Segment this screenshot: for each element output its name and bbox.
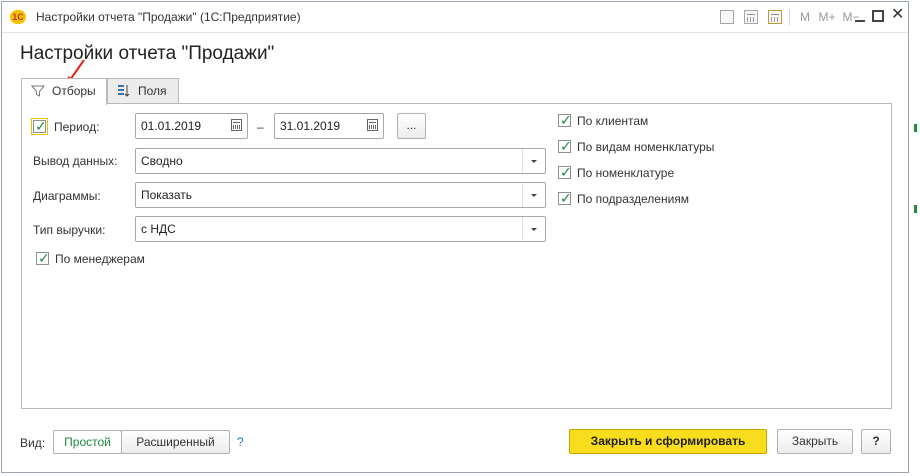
by-clients-checkbox[interactable]: ✓ xyxy=(558,112,572,128)
background-edge xyxy=(914,0,920,476)
close-and-build-button[interactable]: Закрыть и сформировать xyxy=(569,429,767,454)
by-item-types-label: По видам номенклатуры xyxy=(577,140,715,154)
date-to-value: 31.01.2019 xyxy=(280,119,341,133)
by-items-checkbox[interactable]: ✓ xyxy=(558,164,572,180)
memory-minus-button[interactable]: M− xyxy=(841,9,861,25)
by-clients-label: По клиентам xyxy=(577,114,649,128)
close-icon[interactable]: ✕ xyxy=(891,5,904,25)
title-bar: 1С Настройки отчета "Продажи" (1С:Предпр… xyxy=(2,2,908,33)
view-simple-button[interactable]: Простой xyxy=(53,430,122,454)
edge-marker xyxy=(914,124,917,132)
charts-label: Диаграммы: xyxy=(33,189,101,203)
date-to-field[interactable]: 31.01.2019 xyxy=(274,113,384,139)
charts-value: Показать xyxy=(141,188,193,202)
period-checkbox[interactable]: ✓ xyxy=(31,118,48,135)
tab-filters[interactable]: Отборы xyxy=(21,78,107,105)
chevron-down-icon[interactable] xyxy=(522,183,545,207)
date-from-value: 01.01.2019 xyxy=(141,119,202,133)
print-icon[interactable] xyxy=(720,10,734,24)
form-heading: Настройки отчета "Продажи" xyxy=(20,43,275,64)
help-button[interactable]: ? xyxy=(861,429,891,454)
minimize-icon[interactable] xyxy=(855,20,865,22)
edge-marker xyxy=(914,205,917,213)
view-label: Вид: xyxy=(20,436,46,450)
by-managers-label: По менеджерам xyxy=(55,252,145,266)
date-from-field[interactable]: 01.01.2019 xyxy=(135,113,248,139)
date-from-calendar-icon[interactable] xyxy=(231,119,242,131)
chevron-down-icon[interactable] xyxy=(522,217,545,241)
period-select-button[interactable]: ... xyxy=(397,113,426,139)
maximize-icon[interactable] xyxy=(872,10,884,22)
filter-icon xyxy=(31,85,45,97)
view-extended-button[interactable]: Расширенный xyxy=(121,430,230,454)
output-select[interactable]: Сводно xyxy=(135,148,546,174)
tab-fields[interactable]: Поля xyxy=(107,78,179,104)
calendar-31-icon[interactable] xyxy=(768,10,782,24)
close-button[interactable]: Закрыть xyxy=(777,429,853,454)
filters-panel: ✓ Период: 01.01.2019 – 31.01.2019 ... Вы… xyxy=(21,103,892,409)
memory-plus-button[interactable]: M+ xyxy=(817,9,837,25)
revenue-type-select[interactable]: с НДС xyxy=(135,216,546,242)
by-departments-label: По подразделениям xyxy=(577,192,690,206)
period-label: Период: xyxy=(54,120,100,134)
report-settings-window: 1С Настройки отчета "Продажи" (1С:Предпр… xyxy=(1,1,909,473)
fields-icon xyxy=(118,85,130,97)
tab-filters-label: Отборы xyxy=(52,84,96,98)
revenue-type-value: с НДС xyxy=(141,222,176,236)
by-departments-checkbox[interactable]: ✓ xyxy=(558,190,572,206)
memory-button[interactable]: M xyxy=(798,9,812,25)
period-dash: – xyxy=(257,120,264,134)
charts-select[interactable]: Показать xyxy=(135,182,546,208)
toolbar-divider xyxy=(789,9,790,25)
by-managers-checkbox[interactable]: ✓ xyxy=(36,250,50,266)
revenue-type-label: Тип выручки: xyxy=(33,223,106,237)
window-title: Настройки отчета "Продажи" (1С:Предприят… xyxy=(36,10,301,24)
output-value: Сводно xyxy=(141,154,183,168)
output-label: Вывод данных: xyxy=(33,154,118,168)
by-items-label: По номенклатуре xyxy=(577,166,675,180)
chevron-down-icon[interactable] xyxy=(522,149,545,173)
date-to-calendar-icon[interactable] xyxy=(367,119,378,131)
help-link[interactable]: ? xyxy=(237,435,244,449)
by-item-types-checkbox[interactable]: ✓ xyxy=(558,138,572,154)
calendar-icon[interactable] xyxy=(744,10,758,24)
app-logo: 1С xyxy=(10,10,26,24)
tab-fields-label: Поля xyxy=(138,84,167,98)
